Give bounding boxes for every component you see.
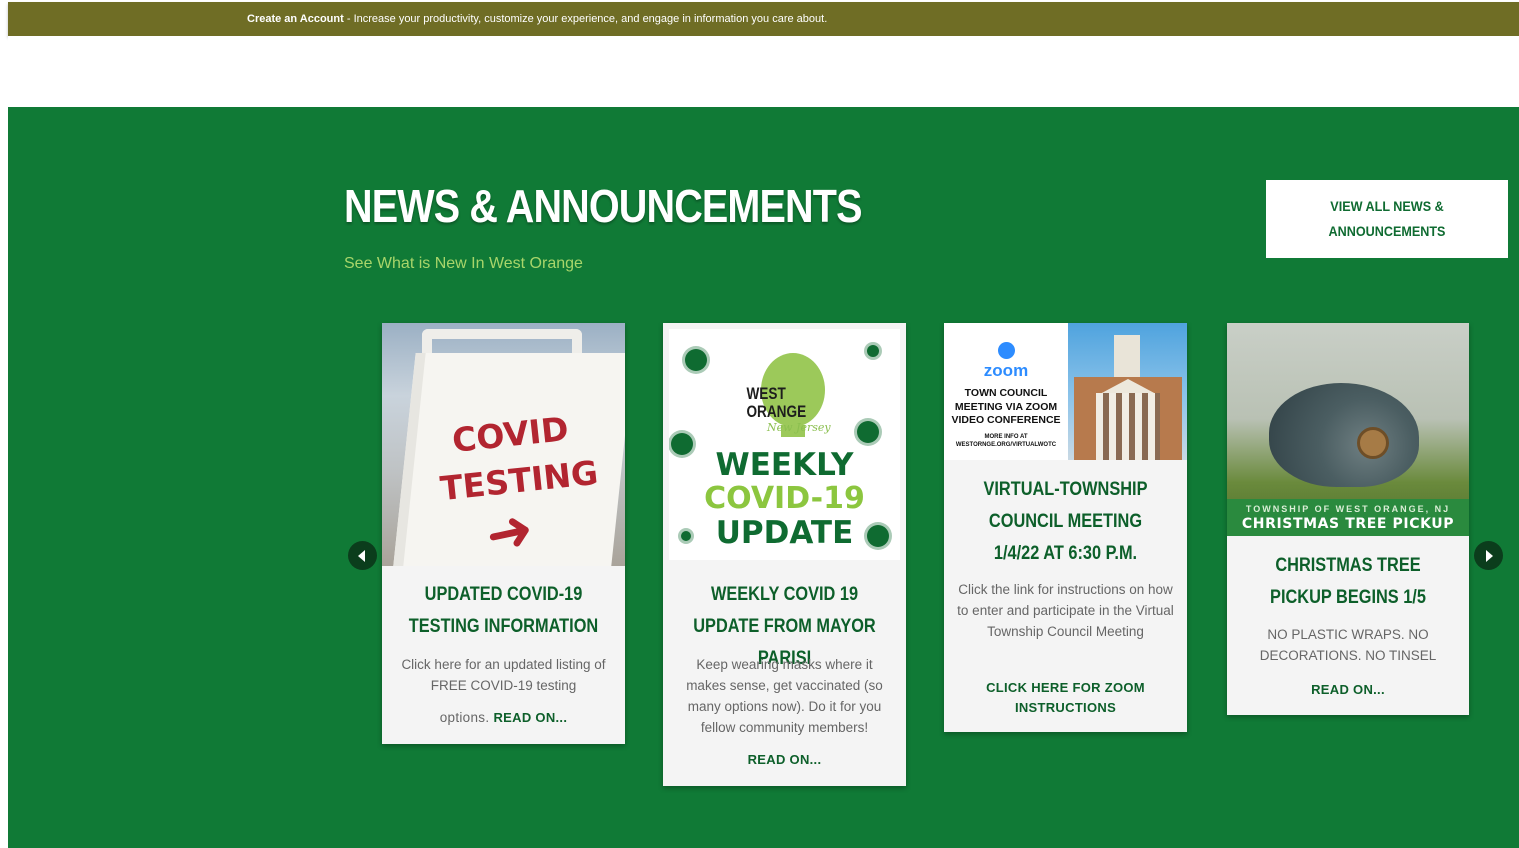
clock-tower xyxy=(1114,335,1140,381)
banner-township-text: TOWNSHIP OF WEST ORANGE, NJ xyxy=(1245,504,1451,514)
town-hall-photo xyxy=(1068,323,1187,460)
news-card-weekly-covid-update[interactable]: WEST ORANGE New Jersey WEEKLY COVID-19 U… xyxy=(663,323,906,786)
account-banner-text: - Increase your productivity, customize … xyxy=(343,13,828,25)
create-account-link[interactable]: Create an Account xyxy=(247,13,344,25)
christmas-tree-image[interactable]: TOWNSHIP OF WEST ORANGE, NJ CHRISTMAS TR… xyxy=(1227,323,1469,536)
news-card-covid-testing[interactable]: COVID TESTING ➜ UPDATED COVID-19 TESTING… xyxy=(382,323,625,744)
weekly-covid-update-image[interactable]: WEST ORANGE New Jersey WEEKLY COVID-19 U… xyxy=(669,329,900,560)
card-title[interactable]: VIRTUAL-TOWNSHIP COUNCIL MEETING 1/4/22 … xyxy=(966,474,1165,570)
town-hall-columns xyxy=(1096,393,1160,460)
carousel-prev-button[interactable] xyxy=(348,541,377,570)
zoom-instructions-link[interactable]: CLICK HERE FOR ZOOM INSTRUCTIONS xyxy=(986,680,1145,715)
logo-line2: ORANGE xyxy=(746,402,807,421)
council-meeting-image[interactable]: zoom TOWN COUNCIL MEETING VIA ZOOM VIDEO… xyxy=(944,323,1187,460)
image-line-covid: COVID-19 xyxy=(704,481,865,516)
carousel-next-button[interactable] xyxy=(1474,541,1503,570)
card-body-tail: options. READ ON... xyxy=(382,710,625,725)
west-orange-logo-text: WEST ORANGE xyxy=(746,385,806,421)
virus-icon xyxy=(867,345,879,357)
account-banner-message: Create an Account - Increase your produc… xyxy=(247,13,827,25)
news-card-council-meeting[interactable]: zoom TOWN COUNCIL MEETING VIA ZOOM VIDEO… xyxy=(944,323,1187,732)
header-spacer xyxy=(8,36,1519,107)
card-readon: CLICK HERE FOR ZOOM INSTRUCTIONS xyxy=(984,678,1147,718)
image-line-update: UPDATE xyxy=(715,515,854,551)
read-on-link[interactable]: READ ON... xyxy=(1311,682,1385,697)
christmas-tree-photo xyxy=(1269,383,1419,487)
covid-testing-image[interactable]: COVID TESTING ➜ xyxy=(382,323,625,566)
read-on-link[interactable]: READ ON... xyxy=(493,710,567,725)
read-on-link[interactable]: READ ON... xyxy=(748,752,822,767)
card-body: Click here for an updated listing of FRE… xyxy=(401,657,606,693)
account-banner: Create an Account - Increase your produc… xyxy=(8,2,1519,36)
zoom-more-info: MORE INFO AT WESTORNGE.ORG/VIRTUALWOTC xyxy=(955,434,1057,448)
zoom-camera-icon xyxy=(998,342,1015,359)
view-all-news-label: VIEW ALL NEWS & ANNOUNCEMENTS xyxy=(1328,198,1446,239)
card-body: Click the link for instructions on how t… xyxy=(957,582,1174,639)
card-readon: READ ON... xyxy=(1227,682,1469,697)
news-subheading: See What is New In West Orange xyxy=(344,255,583,272)
zoom-logo-text: zoom xyxy=(983,361,1029,380)
news-card-christmas-tree-pickup[interactable]: TOWNSHIP OF WEST ORANGE, NJ CHRISTMAS TR… xyxy=(1227,323,1469,715)
card-body-tail-text: options. xyxy=(439,710,490,725)
tree-stump xyxy=(1357,427,1389,459)
news-heading: NEWS & ANNOUNCEMENTS xyxy=(344,180,862,232)
card-title[interactable]: CHRISTMAS TREE PICKUP BEGINS 1/5 xyxy=(1249,550,1447,614)
virus-icon xyxy=(685,349,707,371)
card-body: NO PLASTIC WRAPS. NO DECORATIONS. NO TIN… xyxy=(1259,627,1437,663)
card-title[interactable]: UPDATED COVID-19 TESTING INFORMATION xyxy=(404,579,603,643)
virus-icon xyxy=(857,421,879,443)
news-section: NEWS & ANNOUNCEMENTS See What is New In … xyxy=(8,107,1519,848)
zoom-panel: zoom TOWN COUNCIL MEETING VIA ZOOM VIDEO… xyxy=(944,323,1068,460)
logo-line1: WEST xyxy=(746,384,786,403)
image-line-weekly: WEEKLY xyxy=(715,447,854,483)
logo-script: New Jersey xyxy=(767,421,831,434)
banner-pickup-text: CHRISTMAS TREE PICKUP xyxy=(1241,516,1455,532)
card-readon: READ ON... xyxy=(663,752,906,767)
zoom-caption: TOWN COUNCIL MEETING VIA ZOOM VIDEO CONF… xyxy=(951,387,1061,426)
view-all-news-button[interactable]: VIEW ALL NEWS & ANNOUNCEMENTS xyxy=(1266,180,1508,258)
card-body: Keep wearing masks where it makes sense,… xyxy=(686,657,883,735)
